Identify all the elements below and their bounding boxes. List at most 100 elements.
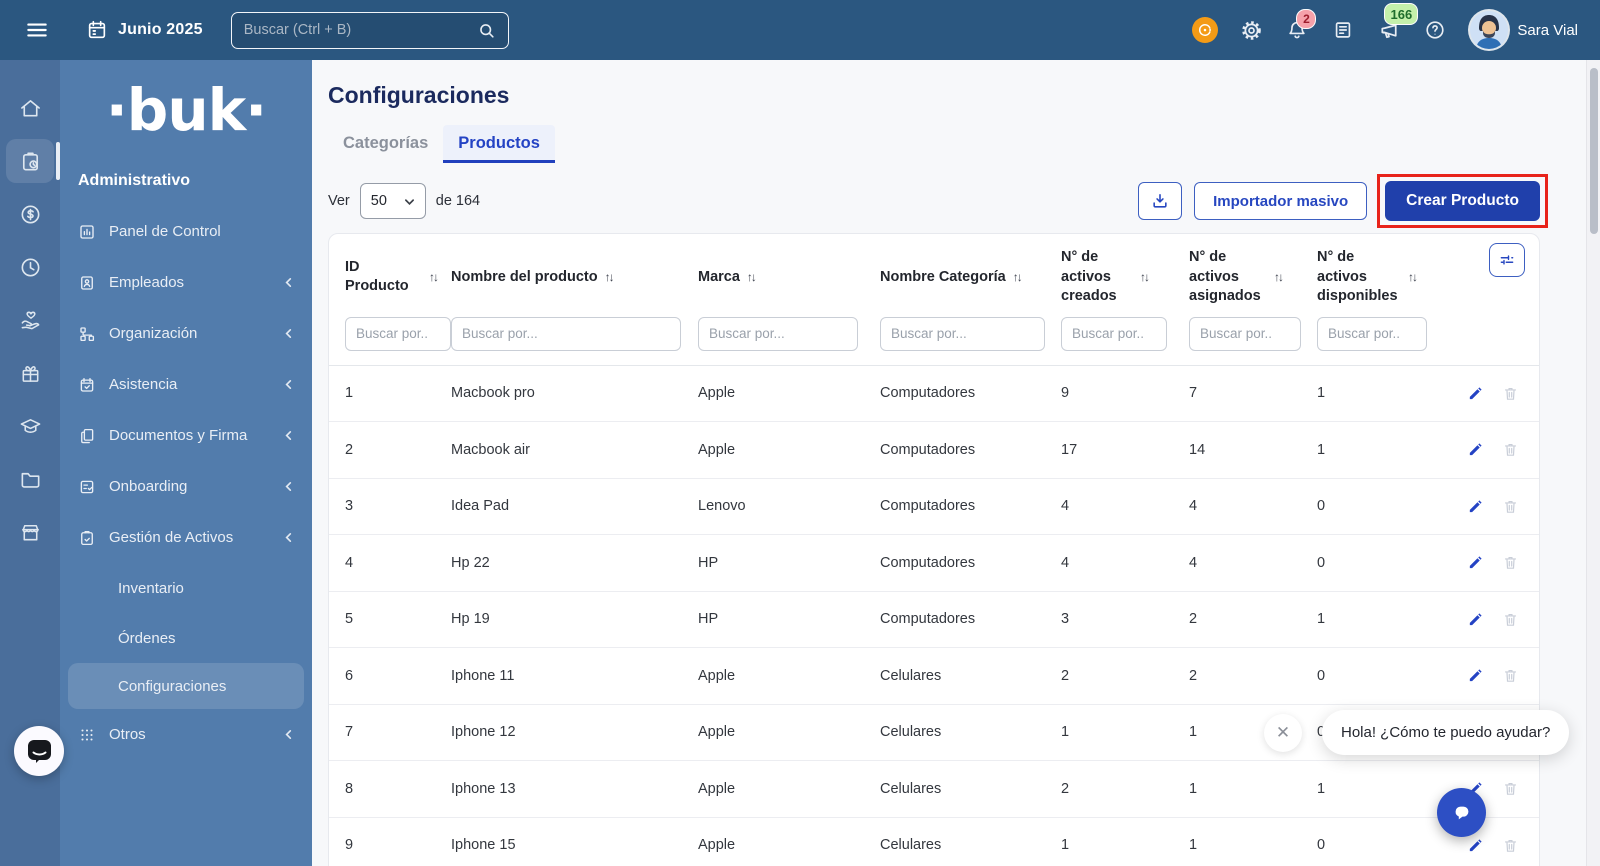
column-header[interactable]: Nombre del producto xyxy=(451,268,598,288)
delete-trash-icon[interactable] xyxy=(1502,667,1519,684)
hamburger-menu-icon[interactable] xyxy=(22,15,52,45)
table-row: 6 Iphone 11 Apple Celulares 2 2 0 xyxy=(329,648,1539,705)
sort-icon[interactable]: ↑↓ xyxy=(605,269,613,285)
sidebar-item-label: Empleados xyxy=(109,274,270,291)
delete-trash-icon[interactable] xyxy=(1502,554,1519,571)
sidebar-item-gestion-de-activos[interactable]: Gestión de Activos xyxy=(60,512,312,563)
sidebar-item-organizacion[interactable]: Organización xyxy=(60,308,312,359)
news-icon[interactable] xyxy=(1324,11,1362,49)
tab-categorias[interactable]: Categorías xyxy=(328,125,443,163)
delete-trash-icon[interactable] xyxy=(1502,611,1519,628)
sort-icon[interactable]: ↑↓ xyxy=(1408,269,1416,285)
table-controls: Ver 50 de 164 Importador masivo Crear Pr… xyxy=(328,181,1540,221)
help-icon[interactable] xyxy=(1416,11,1454,49)
sort-icon[interactable]: ↑↓ xyxy=(1140,269,1148,285)
chat-close-button[interactable]: ✕ xyxy=(1264,714,1302,752)
tab-productos[interactable]: Productos xyxy=(443,125,555,163)
column-header[interactable]: N° de activos creados xyxy=(1061,248,1133,307)
sort-icon[interactable]: ↑↓ xyxy=(429,269,437,285)
edit-pencil-icon[interactable] xyxy=(1467,667,1484,684)
rail-home-icon[interactable] xyxy=(6,86,54,130)
cell-available: 0 xyxy=(1317,837,1445,853)
messenger-launcher-button[interactable] xyxy=(14,726,64,776)
buk-logo: ·buk· xyxy=(60,76,312,144)
sort-icon[interactable]: ↑↓ xyxy=(1274,269,1282,285)
edit-pencil-icon[interactable] xyxy=(1467,837,1484,854)
notifications-bell-icon[interactable]: 2 xyxy=(1278,11,1316,49)
cell-id: 1 xyxy=(329,385,451,401)
tabs: Categorías Productos xyxy=(328,125,1600,163)
rail-asset-management-icon[interactable] xyxy=(6,139,54,183)
edit-pencil-icon[interactable] xyxy=(1467,385,1484,402)
crear-producto-button[interactable]: Crear Producto xyxy=(1385,181,1540,221)
user-menu[interactable]: Sara Vial xyxy=(1470,11,1578,49)
filter-available-input[interactable] xyxy=(1317,317,1427,351)
rail-marketplace-icon[interactable] xyxy=(6,510,54,554)
column-header[interactable]: Marca xyxy=(698,268,740,288)
rail-training-icon[interactable] xyxy=(6,404,54,448)
delete-trash-icon[interactable] xyxy=(1502,498,1519,515)
scrollbar-thumb[interactable] xyxy=(1590,68,1598,234)
grid-dots-icon xyxy=(78,726,96,744)
filter-id-input[interactable] xyxy=(345,317,451,351)
rail-benefits-icon[interactable] xyxy=(6,298,54,342)
delete-trash-icon[interactable] xyxy=(1502,837,1519,854)
rewards-icon[interactable] xyxy=(1186,11,1224,49)
sidebar-item-documentos-y-firma[interactable]: Documentos y Firma xyxy=(60,410,312,461)
dashboard-icon xyxy=(78,223,96,241)
sidebar-subitem-ordenes[interactable]: Órdenes xyxy=(60,613,312,663)
cell-id: 6 xyxy=(329,668,451,684)
column-header[interactable]: ID Producto xyxy=(345,258,422,297)
sidebar-item-asistencia[interactable]: Asistencia xyxy=(60,359,312,410)
settings-gear-icon[interactable] xyxy=(1232,11,1270,49)
filter-category-input[interactable] xyxy=(880,317,1045,351)
filter-assigned-input[interactable] xyxy=(1189,317,1301,351)
search-input[interactable] xyxy=(244,22,477,38)
rail-time-icon[interactable] xyxy=(6,245,54,289)
column-header[interactable]: N° de activos asignados xyxy=(1189,248,1267,307)
filter-created-input[interactable] xyxy=(1061,317,1167,351)
edit-pencil-icon[interactable] xyxy=(1467,611,1484,628)
cell-assigned: 4 xyxy=(1189,555,1317,571)
sidebar-subitem-inventario[interactable]: Inventario xyxy=(60,563,312,613)
download-button[interactable] xyxy=(1138,182,1182,220)
sidebar-subitem-configuraciones[interactable]: Configuraciones xyxy=(68,663,304,709)
rail-gifts-icon[interactable] xyxy=(6,351,54,395)
importador-masivo-button[interactable]: Importador masivo xyxy=(1194,182,1367,220)
edit-pencil-icon[interactable] xyxy=(1467,441,1484,458)
sidebar-item-otros[interactable]: Otros xyxy=(60,709,312,760)
cell-name: Iphone 11 xyxy=(451,668,698,684)
edit-pencil-icon[interactable] xyxy=(1467,498,1484,515)
chat-launcher-button[interactable] xyxy=(1437,788,1486,837)
sidebar-item-onboarding[interactable]: Onboarding xyxy=(60,461,312,512)
column-header[interactable]: Nombre Categoría xyxy=(880,268,1006,288)
edit-pencil-icon[interactable] xyxy=(1467,554,1484,571)
cell-created: 4 xyxy=(1061,555,1189,571)
scrollbar-track[interactable] xyxy=(1586,60,1600,866)
sidebar-item-empleados[interactable]: Empleados xyxy=(60,257,312,308)
rail-payroll-icon[interactable] xyxy=(6,192,54,236)
column-header[interactable]: N° de activos disponibles xyxy=(1317,248,1401,307)
filter-name-input[interactable] xyxy=(451,317,681,351)
announcements-megaphone-icon[interactable]: 166 xyxy=(1370,11,1408,49)
sort-icon[interactable]: ↑↓ xyxy=(1013,269,1021,285)
cell-assigned: 4 xyxy=(1189,498,1317,514)
per-page-value: 50 xyxy=(371,193,387,209)
delete-trash-icon[interactable] xyxy=(1502,780,1519,797)
sidebar-item-label: Gestión de Activos xyxy=(109,529,270,546)
per-page-select[interactable]: 50 xyxy=(360,183,426,219)
delete-trash-icon[interactable] xyxy=(1502,385,1519,402)
sidebar-item-panel-de-control[interactable]: Panel de Control xyxy=(60,206,312,257)
column-settings-button[interactable] xyxy=(1489,243,1525,277)
rail-files-icon[interactable] xyxy=(6,457,54,501)
delete-trash-icon[interactable] xyxy=(1502,441,1519,458)
global-search[interactable] xyxy=(231,12,509,49)
cell-available: 1 xyxy=(1317,611,1445,627)
sliders-icon xyxy=(1498,251,1516,269)
filter-brand-input[interactable] xyxy=(698,317,858,351)
period-selector[interactable]: Junio 2025 xyxy=(86,19,203,41)
chevron-down-icon xyxy=(404,196,415,207)
cell-brand: Apple xyxy=(698,837,880,853)
sort-icon[interactable]: ↑↓ xyxy=(747,269,755,285)
cell-assigned: 14 xyxy=(1189,442,1317,458)
